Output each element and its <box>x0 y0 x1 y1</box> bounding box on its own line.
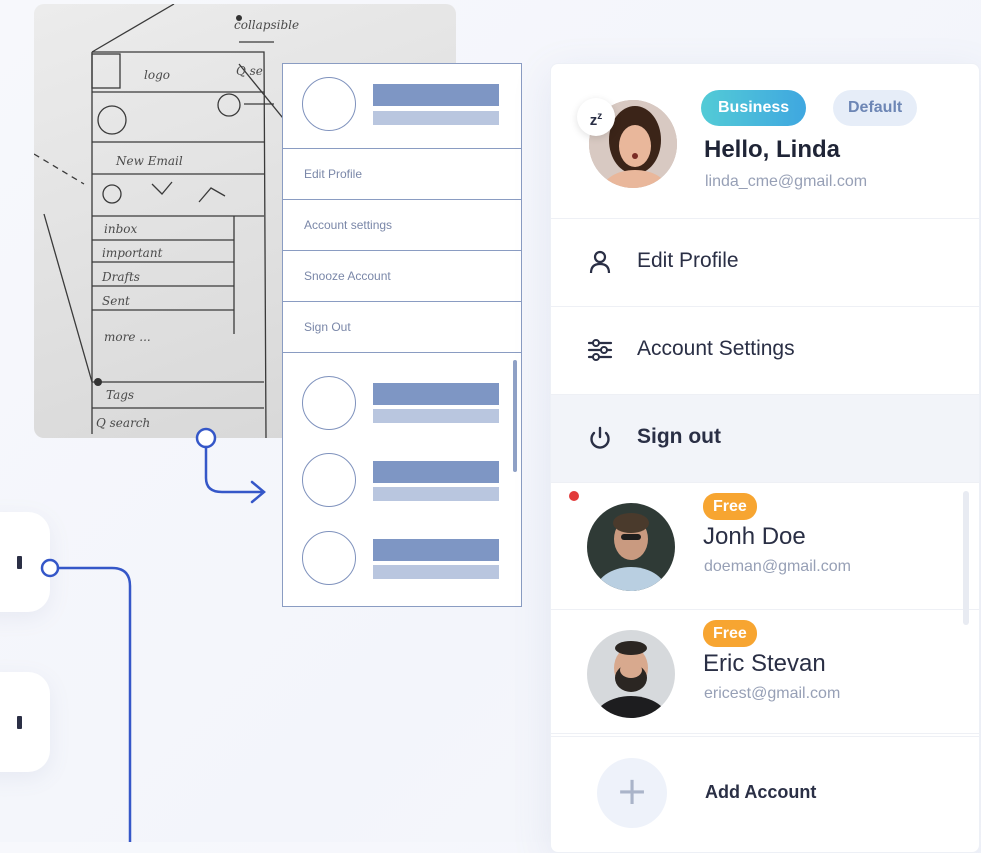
side-card-bottom <box>0 672 50 772</box>
wireframe-bar <box>373 487 499 501</box>
account-item-eric-stevan[interactable]: Free Eric Stevan ericest@gmail.com <box>551 610 979 737</box>
sketch-note: Q se <box>236 64 263 78</box>
wireframe-bar <box>373 461 499 483</box>
sketch-note: New Email <box>116 154 183 168</box>
edit-profile-label: Edit Profile <box>637 249 739 272</box>
avatar-portrait <box>587 503 675 591</box>
greeting-title: Hello, Linda <box>704 136 841 163</box>
sketch-note: inbox <box>104 222 138 236</box>
plus-icon: + <box>597 758 667 828</box>
user-icon <box>589 250 611 274</box>
free-badge: Free <box>703 493 757 520</box>
account-email: ericest@gmail.com <box>704 685 841 702</box>
account-list-scrollbar[interactable] <box>963 491 969 625</box>
account-name: Jonh Doe <box>703 523 806 550</box>
add-account-label: Add Account <box>705 782 817 802</box>
card-mark <box>17 556 22 569</box>
account-settings-label: Account Settings <box>637 337 795 360</box>
sketch-note: collapsible <box>234 18 300 32</box>
profile-header: zz Business Default Hello, Linda linda_c… <box>551 64 979 219</box>
avatar <box>587 630 675 718</box>
wireframe-bar <box>373 111 499 125</box>
wireframe-item-account-settings: Account settings <box>283 200 521 251</box>
account-settings-menu-item[interactable]: Account Settings <box>551 307 979 395</box>
sketch-note: Drafts <box>102 270 140 284</box>
edit-profile-menu-item[interactable]: Edit Profile <box>551 219 979 307</box>
business-badge: Business <box>701 90 807 126</box>
add-account-button[interactable]: + Add Account <box>551 733 979 852</box>
sketch-note: Sent <box>102 294 130 308</box>
sketch-note: important <box>102 246 163 260</box>
free-badge: Free <box>703 620 757 647</box>
snooze-indicator[interactable]: zz <box>577 98 615 136</box>
sketch-note: Tags <box>106 388 135 402</box>
sketch-note: logo <box>144 68 170 82</box>
wireframe-avatar <box>302 531 356 585</box>
account-name: Eric Stevan <box>703 650 826 677</box>
wireframe-bar <box>373 383 499 405</box>
card-mark <box>17 716 22 729</box>
sketch-note: more ... <box>104 330 151 344</box>
wireframe-item-sign-out: Sign Out <box>283 302 521 353</box>
wireframe-avatar <box>302 453 356 507</box>
default-badge: Default <box>833 90 918 126</box>
sign-out-menu-item[interactable]: Sign out <box>551 395 979 483</box>
power-icon <box>590 426 610 449</box>
sliders-icon <box>587 339 613 361</box>
avatar-portrait <box>587 630 675 718</box>
account-email: doeman@gmail.com <box>704 558 851 575</box>
side-card-top <box>0 512 50 612</box>
wireframe-bar <box>373 84 499 106</box>
snooze-sup: z <box>597 111 603 122</box>
wireframe-avatar <box>302 77 356 131</box>
sketch-note: Q search <box>96 416 151 430</box>
sign-out-label: Sign out <box>637 425 721 448</box>
wireframe-item-edit-profile: Edit Profile <box>283 149 521 200</box>
account-item-jonh-doe[interactable]: Free Jonh Doe doeman@gmail.com <box>551 483 979 610</box>
account-list: Free Jonh Doe doeman@gmail.com Free Eric… <box>551 483 979 737</box>
wireframe-scrollbar <box>513 360 517 472</box>
wireframe-menu: Edit Profile Account settings Snooze Acc… <box>282 63 522 607</box>
profile-email: linda_cme@gmail.com <box>705 173 868 190</box>
wireframe-account-list <box>283 353 521 607</box>
notification-dot <box>569 491 579 501</box>
wireframe-bar <box>373 565 499 579</box>
wireframe-bar <box>373 409 499 423</box>
avatar <box>587 503 675 591</box>
wireframe-bar <box>373 539 499 561</box>
wireframe-item-snooze: Snooze Account <box>283 251 521 302</box>
account-dropdown-panel: zz Business Default Hello, Linda linda_c… <box>550 63 980 853</box>
wireframe-header <box>283 64 521 149</box>
wireframe-avatar <box>302 376 356 430</box>
